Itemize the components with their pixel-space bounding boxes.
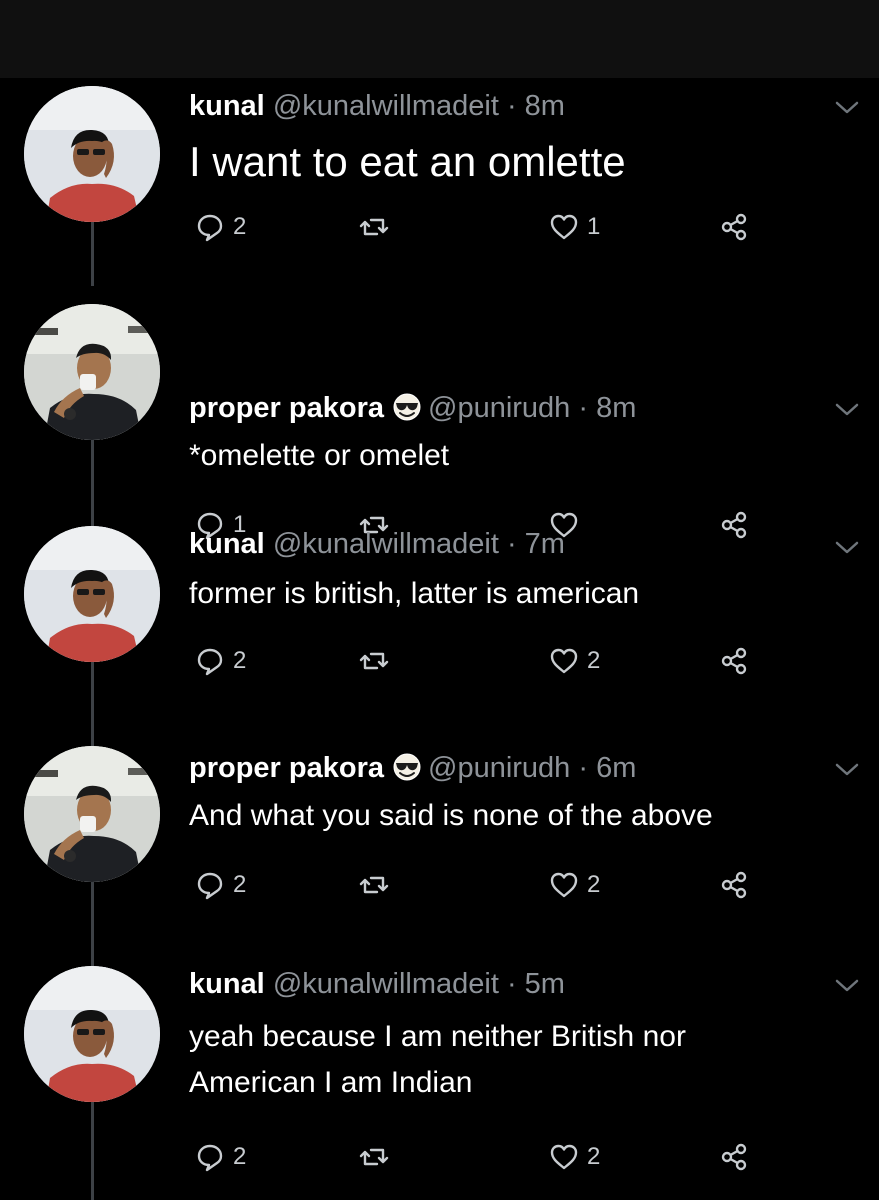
reply-count: 2 — [233, 871, 247, 898]
heart-icon — [549, 646, 579, 676]
handle[interactable]: @punirudh — [428, 392, 570, 424]
tweet-actions: 2 2 — [189, 868, 789, 902]
retweet-button[interactable] — [359, 644, 397, 678]
reply-icon — [195, 646, 225, 676]
tweet-header: proper pakora @punirudh · 6m — [189, 750, 636, 786]
reply-button[interactable]: 2 — [195, 644, 246, 678]
kunal-avatar-image — [24, 966, 160, 1102]
display-name[interactable]: kunal — [189, 528, 265, 560]
reply-icon — [195, 212, 225, 242]
reply-count: 2 — [233, 1143, 247, 1170]
like-count: 2 — [587, 871, 601, 898]
reply-button[interactable]: 2 — [195, 868, 246, 902]
like-button[interactable]: 2 — [549, 1140, 600, 1174]
display-name[interactable]: kunal — [189, 968, 265, 1000]
heart-icon — [549, 1142, 579, 1172]
tweet-header: kunal @kunalwillmadeit · 8m — [189, 88, 565, 124]
share-icon — [719, 212, 749, 242]
smiling-face-with-sunglasses-icon — [390, 752, 424, 782]
thread-line — [91, 439, 94, 527]
tweet-text: former is british, latter is american — [189, 577, 640, 610]
share-button[interactable] — [719, 644, 749, 678]
chevron-down-icon[interactable] — [834, 978, 860, 994]
tweet-text: And what you said is none of the above — [189, 799, 713, 832]
reply-button[interactable]: 2 — [195, 210, 246, 244]
reply-icon — [195, 870, 225, 900]
tweet-actions: 2 2 — [189, 644, 789, 678]
thread-line — [91, 218, 94, 286]
reply-icon — [195, 1142, 225, 1172]
retweet-icon — [359, 646, 389, 676]
kunal-avatar-image — [24, 86, 160, 222]
handle[interactable]: @kunalwillmadeit — [273, 90, 499, 122]
tweet-header: kunal @kunalwillmadeit · 5m — [189, 966, 565, 1002]
avatar[interactable] — [24, 86, 160, 222]
like-count: 2 — [587, 1143, 601, 1170]
reply-count: 2 — [233, 213, 247, 240]
retweet-icon — [359, 1142, 389, 1172]
thread-line — [91, 659, 94, 747]
handle[interactable]: @kunalwillmadeit — [273, 968, 499, 1000]
timestamp[interactable]: · 6m — [578, 752, 636, 784]
retweet-button[interactable] — [359, 210, 397, 244]
share-icon — [719, 870, 749, 900]
avatar[interactable] — [24, 746, 160, 882]
top-bar — [0, 0, 879, 78]
reply-count: 2 — [233, 647, 247, 674]
timestamp[interactable]: · 7m — [507, 528, 565, 560]
tweet-text: I want to eat an omlette — [189, 138, 626, 185]
tweet-header: proper pakora @punirudh · 8m — [189, 390, 636, 426]
retweet-icon — [359, 212, 389, 242]
share-button[interactable] — [719, 868, 749, 902]
display-name[interactable]: proper pakora — [189, 392, 384, 424]
thread-line — [91, 1100, 94, 1200]
share-icon — [719, 1142, 749, 1172]
thread-line — [91, 879, 94, 967]
tweet-actions: 2 2 — [189, 1140, 789, 1174]
share-icon — [719, 510, 749, 540]
smiling-face-with-sunglasses-icon — [390, 392, 424, 422]
chevron-down-icon[interactable] — [834, 762, 860, 778]
heart-icon — [549, 212, 579, 242]
share-icon — [719, 646, 749, 676]
display-name[interactable]: kunal — [189, 90, 265, 122]
chevron-down-icon[interactable] — [834, 540, 860, 556]
like-count: 1 — [587, 213, 601, 240]
like-button[interactable]: 2 — [549, 644, 600, 678]
tweet-thread: kunal @kunalwillmadeit · 8m I want to ea… — [0, 78, 879, 1200]
chevron-down-icon[interactable] — [834, 402, 860, 418]
share-button[interactable] — [719, 508, 749, 542]
timestamp[interactable]: · 8m — [507, 90, 565, 122]
tweet-actions: 2 1 — [189, 210, 789, 244]
like-button[interactable]: 2 — [549, 868, 600, 902]
pakora-avatar-image — [24, 304, 160, 440]
reply-button[interactable]: 2 — [195, 1140, 246, 1174]
timestamp[interactable]: · 8m — [578, 392, 636, 424]
handle[interactable]: @punirudh — [428, 752, 570, 784]
pakora-avatar-image — [24, 746, 160, 882]
heart-icon — [549, 870, 579, 900]
avatar[interactable] — [24, 526, 160, 662]
display-name[interactable]: proper pakora — [189, 752, 384, 784]
like-button[interactable]: 1 — [549, 210, 600, 244]
avatar[interactable] — [24, 304, 160, 440]
tweet-text: yeah because I am neither British nor Am… — [189, 1020, 686, 1099]
retweet-icon — [359, 870, 389, 900]
like-count: 2 — [587, 647, 601, 674]
retweet-button[interactable] — [359, 1140, 397, 1174]
kunal-avatar-image — [24, 526, 160, 662]
tweet-header: kunal @kunalwillmadeit · 7m — [189, 526, 565, 562]
timestamp[interactable]: · 5m — [507, 968, 565, 1000]
chevron-down-icon[interactable] — [834, 100, 860, 116]
retweet-button[interactable] — [359, 868, 397, 902]
handle[interactable]: @kunalwillmadeit — [273, 528, 499, 560]
share-button[interactable] — [719, 210, 749, 244]
avatar[interactable] — [24, 966, 160, 1102]
tweet-text: *omelette or omelet — [189, 439, 450, 472]
share-button[interactable] — [719, 1140, 749, 1174]
